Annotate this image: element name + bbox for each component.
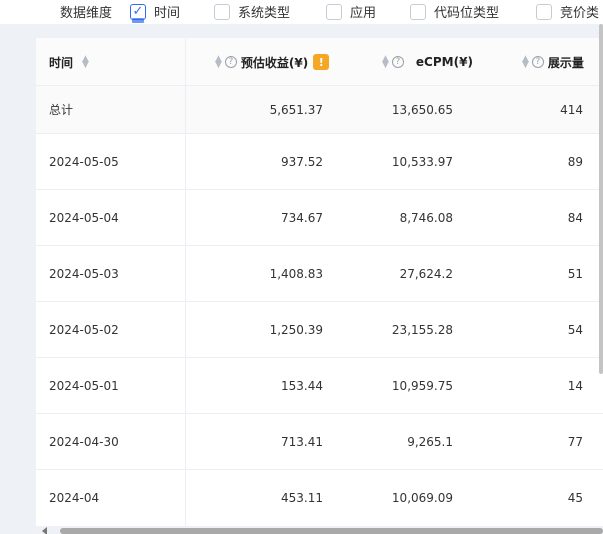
row-revenue: 937.52 <box>281 154 323 169</box>
checkbox-os-type[interactable]: 系统类型 <box>214 2 290 21</box>
checkbox-app-label: 应用 <box>350 6 377 21</box>
column-header-ecpm-label: eCPM(¥) <box>415 55 473 69</box>
row-impressions: 54 <box>567 322 583 337</box>
total-ecpm: 13,650.65 <box>391 102 453 117</box>
column-header-ecpm[interactable]: ▲ ▼ ? eCPM(¥) <box>379 38 473 86</box>
checkbox-icon[interactable] <box>410 3 426 20</box>
sort-icon[interactable]: ▲ ▼ <box>382 55 389 70</box>
help-icon[interactable]: ? <box>391 56 404 68</box>
row-ecpm: 10,959.75 <box>391 378 453 393</box>
table-row: 2024-05-04 734.67 8,746.08 84 <box>36 190 603 246</box>
checkbox-focus-indicator <box>132 18 144 23</box>
help-icon[interactable]: ? <box>224 56 237 68</box>
row-date: 2024-05-01 <box>49 378 119 393</box>
table-row: 2024-05-01 153.44 10,959.75 14 <box>36 358 603 414</box>
column-header-date[interactable]: 时间 ▲ ▼ <box>49 38 92 86</box>
column-header-impressions[interactable]: ▲ ▼ ? 展示量 <box>519 38 584 86</box>
vertical-scrollbar[interactable] <box>599 24 603 374</box>
row-ecpm: 10,069.09 <box>391 491 453 505</box>
row-impressions: 45 <box>567 491 583 505</box>
row-revenue: 1,250.39 <box>269 322 323 337</box>
checkbox-slot-type-label: 代码位类型 <box>434 6 500 21</box>
row-revenue: 713.41 <box>281 434 323 449</box>
row-revenue: 1,408.83 <box>269 266 323 281</box>
sort-icon[interactable]: ▲ ▼ <box>215 55 222 70</box>
row-revenue: 734.67 <box>281 210 323 225</box>
checkbox-os-type-label: 系统类型 <box>238 6 291 21</box>
dimension-filter-bar: 数据维度 ✓ 时间 系统类型 应用 代码位类型 竞价类 <box>0 0 603 24</box>
table-row: 2024-05-05 937.52 10,533.97 89 <box>36 134 603 190</box>
sort-icon[interactable]: ▲ ▼ <box>82 55 89 70</box>
row-ecpm: 8,746.08 <box>399 210 453 225</box>
row-date: 2024-04-30 <box>49 434 119 449</box>
row-ecpm: 27,624.2 <box>399 266 453 281</box>
column-header-date-label: 时间 <box>49 55 74 70</box>
row-impressions: 84 <box>567 210 583 225</box>
row-impressions: 14 <box>567 378 583 393</box>
checkbox-icon[interactable] <box>214 3 230 20</box>
row-date: 2024-05-03 <box>49 266 119 281</box>
checkbox-bidding-type[interactable]: 竞价类 <box>536 2 599 21</box>
checkbox-bidding-type-label: 竞价类 <box>560 6 600 21</box>
checkbox-icon[interactable] <box>536 3 552 20</box>
column-header-impressions-label: 展示量 <box>547 55 584 70</box>
total-label: 总计 <box>49 103 74 117</box>
help-icon[interactable]: ? <box>531 56 544 68</box>
row-date: 2024-05-04 <box>49 210 119 225</box>
total-revenue: 5,651.37 <box>269 102 323 117</box>
row-ecpm: 9,265.1 <box>407 434 453 449</box>
warning-icon[interactable]: ! <box>313 54 330 70</box>
row-impressions: 89 <box>567 154 583 169</box>
table-header: 时间 ▲ ▼ ▲ ▼ ? 预估收益(¥) ! ▲ ▼ ? eCPM(¥) ▲ ▼ ? 展… <box>36 38 603 86</box>
row-ecpm: 10,533.97 <box>391 154 453 169</box>
row-ecpm: 23,155.28 <box>391 322 453 337</box>
row-revenue: 153.44 <box>281 378 323 393</box>
sort-icon[interactable]: ▲ ▼ <box>522 55 529 70</box>
revenue-table: 时间 ▲ ▼ ▲ ▼ ? 预估收益(¥) ! ▲ ▼ ? eCPM(¥) ▲ ▼ ? 展… <box>36 38 603 526</box>
column-header-revenue-label: 预估收益(¥) <box>240 55 309 70</box>
row-date: 2024-05-02 <box>49 322 119 337</box>
table-total-row: 总计 5,651.37 13,650.65 414 <box>36 86 603 134</box>
horizontal-scrollbar[interactable] <box>60 528 603 534</box>
row-revenue: 453.11 <box>281 491 323 505</box>
row-date: 2024-04 <box>49 491 100 505</box>
table-row: 2024-05-02 1,250.39 23,155.28 54 <box>36 302 603 358</box>
checkbox-time-label: 时间 <box>154 6 181 21</box>
column-divider <box>185 38 186 526</box>
table-row: 2024-04-30 713.41 9,265.1 77 <box>36 414 603 470</box>
dimension-label: 数据维度 <box>60 6 113 21</box>
checkbox-slot-type[interactable]: 代码位类型 <box>410 2 499 21</box>
scroll-left-arrow-icon[interactable] <box>42 527 47 534</box>
column-header-revenue[interactable]: ▲ ▼ ? 预估收益(¥) ! <box>212 38 330 86</box>
total-impressions: 414 <box>560 102 583 117</box>
checkbox-icon[interactable] <box>326 3 342 20</box>
table-row: 2024-04 453.11 10,069.09 45 <box>36 470 603 526</box>
table-row: 2024-05-03 1,408.83 27,624.2 51 <box>36 246 603 302</box>
row-impressions: 77 <box>567 434 583 449</box>
row-impressions: 51 <box>567 266 583 281</box>
row-date: 2024-05-05 <box>49 154 119 169</box>
checkbox-app[interactable]: 应用 <box>326 2 376 21</box>
report-page: 数据维度 ✓ 时间 系统类型 应用 代码位类型 竞价类 时间 ▲ ▼ ▲ ▼ ?… <box>0 0 603 534</box>
